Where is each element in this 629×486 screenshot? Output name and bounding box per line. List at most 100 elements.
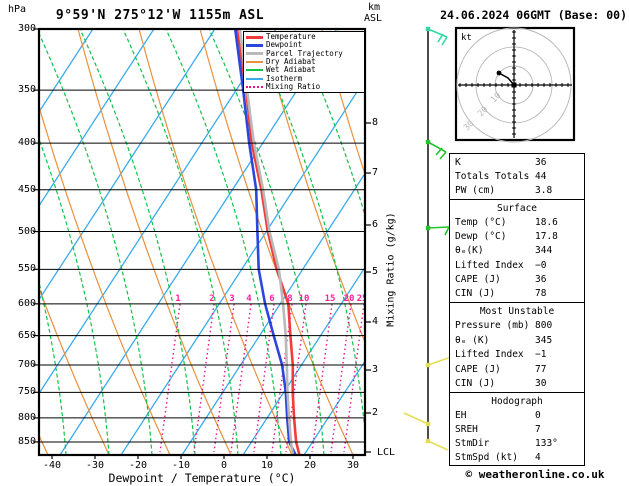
stats-panel-indices: K 36 Totals Totals 44 PW (cm) 3.8	[449, 153, 585, 200]
stat-label: Lifted Index	[455, 349, 524, 361]
stat-value: −1	[535, 349, 547, 361]
mixing-ratio-line	[230, 303, 252, 453]
mixing-ratio-tick-label: 20	[344, 294, 355, 304]
stat-row: PW (cm) 3.8	[450, 185, 584, 196]
pressure-tick-label: 300	[17, 23, 36, 34]
stat-value: 0	[535, 409, 541, 421]
mixing-ratio-tick-label: 10	[299, 294, 310, 304]
temperature-tick-label: -30	[85, 460, 105, 471]
legend-swatch-dewpoint	[246, 43, 263, 47]
stat-value: −0	[535, 259, 547, 271]
stat-row: EH 0	[450, 410, 584, 421]
stat-row: StmSpd (kt) 4	[450, 452, 584, 463]
stat-label: StmSpd (kt)	[455, 451, 518, 463]
stat-row: θₑ(K) 344	[450, 245, 584, 256]
stat-row: Totals Totals 44	[450, 171, 584, 182]
x-axis-label: Dewpoint / Temperature (°C)	[108, 471, 296, 485]
stat-label: Temp (°C)	[455, 216, 507, 228]
stat-value: 44	[535, 170, 547, 182]
mixing-ratio-line	[311, 303, 333, 453]
legend-label: Mixing Ratio	[266, 81, 321, 91]
lcl-label: LCL	[377, 447, 396, 458]
pressure-tick-label: 550	[17, 263, 36, 275]
stat-value: 18.6	[535, 216, 558, 228]
altitude-tick-label: 6	[372, 219, 379, 230]
legend-item: Temperature	[244, 33, 364, 41]
altitude-tick-label: 2	[372, 407, 379, 418]
mixing-ratio-tick-label: 15	[325, 294, 336, 304]
altitude-tick-label: 4	[372, 316, 379, 327]
page-title: 9°59'N 275°12'W 1155m ASL	[55, 8, 265, 23]
pressure-tick-label: 600	[17, 297, 36, 309]
legend-swatch-wet-adiabat	[246, 69, 263, 72]
legend-swatch-mixing-ratio	[246, 85, 263, 88]
pressure-tick-label: 500	[17, 225, 36, 237]
temperature-tick-label: -40	[42, 460, 62, 471]
stat-label: SREH	[455, 423, 478, 435]
stat-value: 4	[535, 451, 541, 463]
wind-barb	[427, 226, 450, 229]
stat-value: 800	[535, 320, 553, 332]
stat-label: Lifted Index	[455, 259, 524, 271]
stats-panel-hodograph: Hodograph EH 0 SREH 7 StmDir 133° StmSpd (kt) 4	[449, 392, 585, 466]
wind-barb-flag	[439, 151, 447, 160]
legend-swatch-temperature	[246, 35, 263, 39]
hodograph-trace-endpoint	[496, 70, 502, 76]
stat-label: CIN (J)	[455, 378, 496, 390]
wind-barb-dot	[425, 139, 431, 145]
hodograph-unit-label: kt	[461, 33, 472, 43]
stat-value: 36	[535, 274, 547, 286]
stat-row: CAPE (J) 36	[450, 274, 584, 285]
mixing-ratio-tick-label: 1	[175, 294, 180, 304]
legend-item: Mixing Ratio	[244, 81, 364, 91]
wind-barb-dot	[425, 438, 431, 444]
stats-panel-surface: Surface Temp (°C) 18.6 Dewp (°C) 17.8 θₑ(K) 34…	[449, 199, 585, 303]
legend-swatch-dry-adiabat	[246, 60, 263, 63]
stat-label: CIN (J)	[455, 288, 496, 300]
pressure-tick-label: 650	[17, 329, 36, 341]
wind-barb-dot	[425, 421, 431, 427]
pressure-tick-label: 350	[17, 84, 36, 96]
stats-panel-most-unstable: Most Unstable Pressure (mb) 800 θₑ (K) 345 Li…	[449, 302, 585, 393]
stat-label: CAPE (J)	[455, 363, 501, 375]
temperature-tick-label: 20	[303, 460, 317, 471]
temperature-tick-label: -10	[171, 460, 191, 471]
pressure-tick-label: 850	[17, 435, 36, 447]
copyright-footer: © weatheronline.co.uk	[465, 468, 605, 481]
pressure-tick-label: 400	[17, 137, 36, 149]
stat-value: 36	[535, 156, 547, 168]
altitude-axis-unit-asl: ASL	[364, 13, 383, 24]
legend: Temperature Dewpoint Parcel Trajectory Dry …	[243, 31, 365, 93]
stat-row: Lifted Index −1	[450, 349, 584, 360]
stat-row: StmDir 133°	[450, 438, 584, 449]
wet-adiabat-line	[39, 32, 153, 455]
wind-barb-dot	[425, 225, 431, 231]
mixing-ratio-tick-label: 2	[209, 294, 214, 304]
stat-value: 345	[535, 334, 553, 346]
stats-panel-header: Hodograph	[491, 395, 543, 407]
legend-swatch-parcel-trajectory	[246, 52, 263, 56]
stats-panel-header: Most Unstable	[479, 305, 555, 317]
stat-row: CIN (J) 30	[450, 378, 584, 389]
altitude-tick-label: 3	[372, 364, 379, 375]
wet-adiabat-line	[122, 29, 239, 455]
stat-label: Pressure (mb)	[455, 320, 530, 332]
mixing-ratio-axis-label: Mixing Ratio (g/kg)	[385, 212, 397, 327]
wind-barb-dot	[425, 26, 431, 32]
mixing-ratio-line	[213, 303, 235, 453]
temperature-tick-label: -20	[128, 460, 148, 471]
altitude-tick-label: 5	[372, 266, 379, 277]
stat-row: K 36	[450, 157, 584, 168]
stat-row: CIN (J) 78	[450, 288, 584, 299]
mixing-ratio-tick-label: 6	[269, 294, 274, 304]
stat-label: EH	[455, 409, 467, 421]
altitude-axis-unit-km: km	[368, 2, 381, 13]
wind-barb-dot	[425, 362, 431, 368]
legend-item: Wet Adiabat	[244, 66, 364, 74]
pressure-tick-label: 750	[17, 386, 36, 398]
stat-value: 78	[535, 288, 547, 300]
stat-label: CAPE (J)	[455, 274, 501, 286]
wind-barb	[403, 412, 429, 425]
wind-barb-flag	[437, 33, 444, 43]
stat-row: Lifted Index −0	[450, 260, 584, 271]
